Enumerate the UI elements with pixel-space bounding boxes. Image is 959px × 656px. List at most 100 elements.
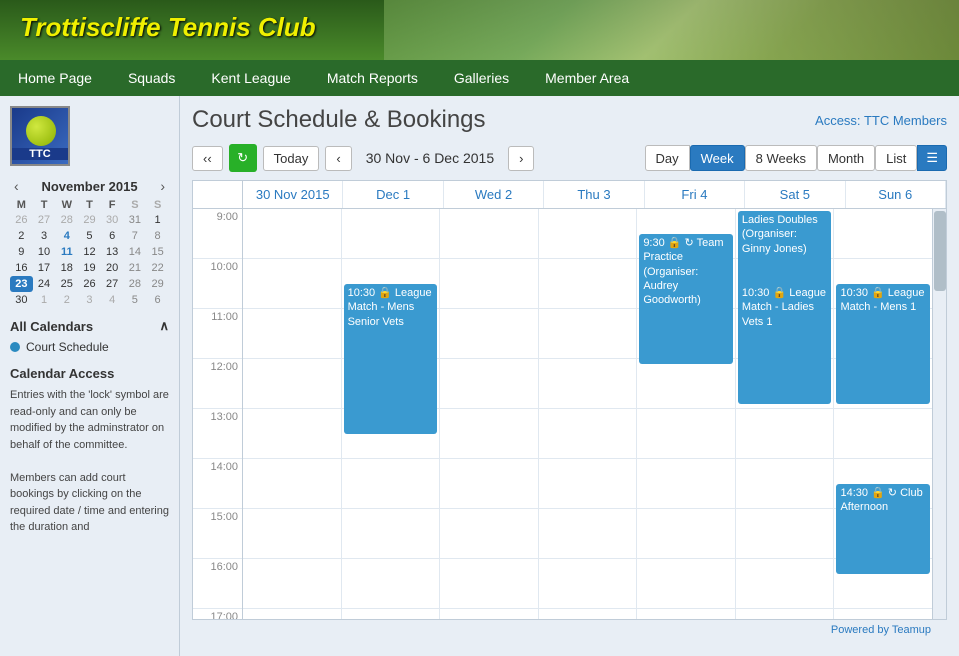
dc8[interactable] xyxy=(342,609,440,619)
dc5[interactable] xyxy=(440,459,538,509)
event-league-mens-senior-vets[interactable]: 10:30 🔒 League Match - Mens Senior Vets xyxy=(344,284,438,434)
dc4[interactable] xyxy=(243,409,341,459)
dc8[interactable] xyxy=(243,609,341,619)
mini-cal-day[interactable]: 20 xyxy=(101,260,124,276)
day-header-1[interactable]: Dec 1 xyxy=(343,181,443,208)
event-league-ladies-vets[interactable]: 10:30 🔒 League Match - Ladies Vets 1 xyxy=(738,284,832,404)
nav-squads[interactable]: Squads xyxy=(110,60,193,96)
powered-by-link[interactable]: Powered by Teamup xyxy=(831,624,931,636)
mini-cal-day[interactable]: 30 xyxy=(10,292,33,308)
dc1[interactable] xyxy=(539,259,637,309)
dc6[interactable] xyxy=(440,509,538,559)
dc8[interactable] xyxy=(637,609,735,619)
calendars-collapse-icon[interactable]: ∧ xyxy=(159,318,169,334)
nav-galleries[interactable]: Galleries xyxy=(436,60,527,96)
dc7[interactable] xyxy=(440,559,538,609)
nav-home[interactable]: Home Page xyxy=(0,60,110,96)
dc0[interactable] xyxy=(243,209,341,259)
prev-period-button[interactable]: ‹‹ xyxy=(192,146,223,171)
dc7[interactable] xyxy=(637,559,735,609)
view-day-button[interactable]: Day xyxy=(645,145,690,171)
day-col-6[interactable]: 10:30 🔒 League Match - Mens 1 14:30 🔒 ↻ … xyxy=(834,209,932,619)
dc8[interactable] xyxy=(440,609,538,619)
event-team-practice[interactable]: 9:30 🔒 ↻ Team Practice (Organiser: Audre… xyxy=(639,234,733,364)
calendar-item-court[interactable]: Court Schedule xyxy=(10,340,169,354)
mini-cal-day[interactable]: 5 xyxy=(124,292,147,308)
view-menu-button[interactable]: ☰ xyxy=(917,145,947,171)
mini-cal-day[interactable]: 9 xyxy=(10,244,33,260)
dc6[interactable] xyxy=(243,509,341,559)
dc0[interactable] xyxy=(440,209,538,259)
day-col-4[interactable]: 9:30 🔒 ↻ Team Practice (Organiser: Audre… xyxy=(637,209,736,619)
dc7[interactable] xyxy=(736,559,834,609)
today-button[interactable]: Today xyxy=(263,146,320,171)
dc6[interactable] xyxy=(736,509,834,559)
mini-cal-day[interactable]: 1 xyxy=(33,292,56,308)
dc0[interactable] xyxy=(834,209,932,259)
day-header-3[interactable]: Thu 3 xyxy=(544,181,644,208)
mini-cal-day[interactable]: 8 xyxy=(146,228,169,244)
mini-cal-day[interactable]: 5 xyxy=(78,228,101,244)
mini-cal-day[interactable]: 28 xyxy=(124,276,147,292)
mini-cal-day[interactable]: 29 xyxy=(146,276,169,292)
mini-cal-day[interactable]: 27 xyxy=(101,276,124,292)
nav-kent-league[interactable]: Kent League xyxy=(193,60,308,96)
mini-cal-day[interactable]: 1 xyxy=(146,212,169,228)
dc8[interactable] xyxy=(539,609,637,619)
mini-cal-day[interactable]: 19 xyxy=(78,260,101,276)
mini-cal-day[interactable]: 26 xyxy=(10,212,33,228)
day-header-4[interactable]: Fri 4 xyxy=(645,181,745,208)
mini-cal-day[interactable]: 21 xyxy=(124,260,147,276)
dc5[interactable] xyxy=(637,459,735,509)
view-week-button[interactable]: Week xyxy=(690,145,745,171)
dc5[interactable] xyxy=(243,459,341,509)
mini-cal-day[interactable]: 16 xyxy=(10,260,33,276)
dc7[interactable] xyxy=(243,559,341,609)
day-header-5[interactable]: Sat 5 xyxy=(745,181,845,208)
view-8weeks-button[interactable]: 8 Weeks xyxy=(745,145,817,171)
event-club-afternoon[interactable]: 14:30 🔒 ↻ Club Afternoon xyxy=(836,484,930,574)
day-header-6[interactable]: Sun 6 xyxy=(846,181,946,208)
mini-cal-day[interactable]: 15 xyxy=(146,244,169,260)
dc3[interactable] xyxy=(440,359,538,409)
mini-cal-day[interactable]: 18 xyxy=(55,260,78,276)
prev-week-button[interactable]: ‹ xyxy=(325,146,351,171)
dc3[interactable] xyxy=(637,359,735,409)
dc0[interactable] xyxy=(342,209,440,259)
mini-cal-day[interactable]: 3 xyxy=(78,292,101,308)
dc5[interactable] xyxy=(539,459,637,509)
mini-cal-day[interactable]: 30 xyxy=(101,212,124,228)
dc1[interactable] xyxy=(243,259,341,309)
dc5[interactable] xyxy=(736,459,834,509)
dc4[interactable] xyxy=(539,409,637,459)
dc6[interactable] xyxy=(342,509,440,559)
dc8[interactable] xyxy=(736,609,834,619)
day-col-5[interactable]: Ladies Doubles (Organiser: Ginny Jones) … xyxy=(736,209,835,619)
day-col-0[interactable] xyxy=(243,209,342,619)
mini-cal-day[interactable]: 26 xyxy=(78,276,101,292)
mini-cal-today[interactable]: 23 xyxy=(10,276,33,292)
dc3[interactable] xyxy=(243,359,341,409)
dc4[interactable] xyxy=(736,409,834,459)
mini-cal-day[interactable]: 12 xyxy=(78,244,101,260)
day-col-1[interactable]: 10:30 🔒 League Match - Mens Senior Vets xyxy=(342,209,441,619)
dc8[interactable] xyxy=(834,609,932,619)
mini-cal-day[interactable]: 7 xyxy=(124,228,147,244)
dc6[interactable] xyxy=(539,509,637,559)
mini-cal-day[interactable]: 11 xyxy=(55,244,78,260)
scrollbar-thumb[interactable] xyxy=(934,211,946,291)
mini-cal-day[interactable]: 4 xyxy=(55,228,78,244)
dc7[interactable] xyxy=(342,559,440,609)
dc2[interactable] xyxy=(243,309,341,359)
dc7[interactable] xyxy=(539,559,637,609)
mini-cal-day[interactable]: 25 xyxy=(55,276,78,292)
mini-cal-day[interactable]: 6 xyxy=(101,228,124,244)
view-list-button[interactable]: List xyxy=(875,145,917,171)
mini-cal-day[interactable]: 10 xyxy=(33,244,56,260)
mini-cal-day[interactable]: 13 xyxy=(101,244,124,260)
mini-cal-day[interactable]: 6 xyxy=(146,292,169,308)
mini-cal-day[interactable]: 14 xyxy=(124,244,147,260)
mini-cal-day[interactable]: 27 xyxy=(33,212,56,228)
nav-match-reports[interactable]: Match Reports xyxy=(309,60,436,96)
dc4[interactable] xyxy=(440,409,538,459)
